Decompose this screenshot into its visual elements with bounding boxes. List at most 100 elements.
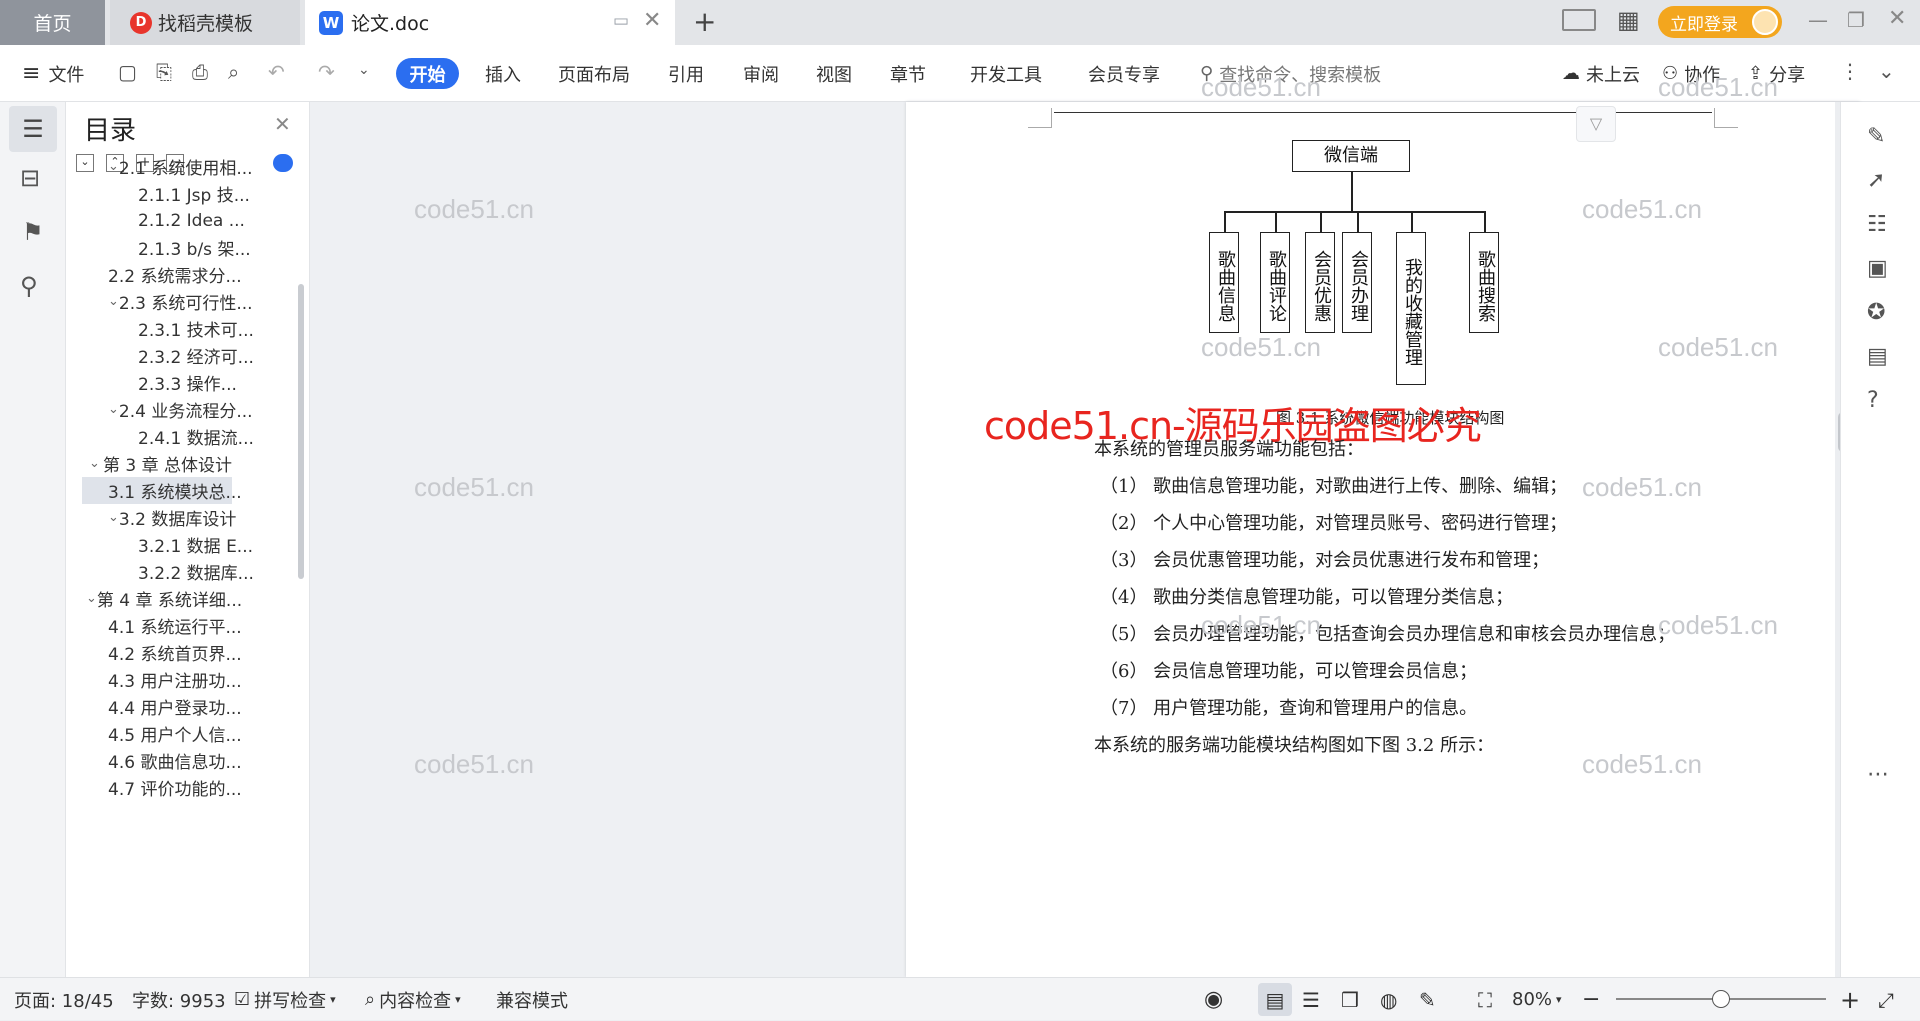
tab-developer[interactable]: 开发工具 bbox=[970, 45, 1042, 102]
page-counter[interactable]: 页面: 18/45 bbox=[14, 978, 114, 1021]
help-icon[interactable]: ? bbox=[1867, 388, 1879, 413]
toc-item[interactable]: 3.2.2 数据库... bbox=[82, 558, 254, 585]
body-list-item: （4） 歌曲分类信息管理功能，可以管理分类信息； bbox=[1100, 587, 1514, 608]
export-icon[interactable]: ⎘ bbox=[156, 60, 172, 84]
diagram-child-node: 会员办理 bbox=[1342, 232, 1372, 333]
web-view-icon[interactable]: ◍ bbox=[1380, 978, 1397, 1021]
zoom-level-label: 80% bbox=[1512, 989, 1553, 1010]
toc-scrollbar[interactable] bbox=[298, 284, 304, 579]
toc-item[interactable]: 4.4 用户登录功... bbox=[82, 693, 242, 720]
select-cursor-icon[interactable]: ➚ bbox=[1867, 168, 1885, 193]
expand-chevron-icon[interactable]: ⌄ bbox=[108, 159, 119, 174]
eye-protection-icon[interactable]: ◉ bbox=[1204, 978, 1223, 1021]
expand-chevron-icon[interactable]: ⌄ bbox=[108, 402, 119, 417]
spell-check-button[interactable]: ☑ 拼写检查 ▾ bbox=[234, 978, 336, 1021]
outline-view-icon[interactable]: ☰ bbox=[1302, 978, 1320, 1021]
print-icon[interactable]: ⎙ bbox=[192, 60, 208, 84]
screen-icon[interactable]: ▭ bbox=[613, 11, 629, 31]
ai-assistant-icon[interactable]: ✪ bbox=[1867, 300, 1885, 325]
edit-pen-icon[interactable]: ✎ bbox=[1867, 124, 1885, 149]
content-check-button[interactable]: ⌕ 内容检查 ▾ bbox=[365, 978, 461, 1021]
expand-chevron-icon[interactable]: ⌄ bbox=[108, 510, 119, 525]
toc-item[interactable]: 4.3 用户注册功... bbox=[82, 666, 242, 693]
zoom-slider-knob[interactable] bbox=[1712, 990, 1730, 1008]
toc-item[interactable]: 2.4.1 数据流... bbox=[82, 423, 254, 450]
print-preview-icon[interactable]: ⌕ bbox=[228, 60, 239, 84]
toc-item[interactable]: ⌄ 2.4 业务流程分... bbox=[82, 396, 253, 423]
new-tab-button[interactable]: + bbox=[693, 5, 716, 38]
zoom-level[interactable]: 80% ▾ bbox=[1512, 978, 1562, 1021]
toc-item[interactable]: 4.7 评价功能的... bbox=[82, 774, 242, 801]
word-count[interactable]: 字数: 9953 bbox=[132, 978, 226, 1021]
tab-start[interactable]: 开始 bbox=[396, 58, 459, 89]
tab-insert[interactable]: 插入 bbox=[485, 45, 521, 102]
zoom-slider[interactable] bbox=[1616, 990, 1826, 1008]
bookmark-icon[interactable]: ⚑ bbox=[22, 218, 44, 246]
expand-chevron-icon[interactable]: ⌄ bbox=[86, 591, 97, 606]
toc-item[interactable]: 2.2 系统需求分... bbox=[82, 261, 242, 288]
more-tools-icon[interactable]: ⋯ bbox=[1867, 762, 1889, 787]
document-page[interactable]: 微信端 歌曲信息 歌曲评论 会员优惠 会员办理 我的收藏管理 歌曲搜索 图 3.… bbox=[906, 72, 1860, 977]
toc-item[interactable]: ⌄ 第 3 章 总体设计 bbox=[82, 450, 232, 477]
toc-item[interactable]: 2.1.3 b/s 架... bbox=[82, 234, 251, 261]
toc-item[interactable]: 4.2 系统首页界... bbox=[82, 639, 242, 666]
tab-chapter[interactable]: 章节 bbox=[890, 45, 926, 102]
toc-item[interactable]: 4.1 系统运行平... bbox=[82, 612, 242, 639]
fit-page-icon[interactable]: ⛶ bbox=[1478, 978, 1492, 1021]
toc-item[interactable]: 2.3.1 技术可... bbox=[82, 315, 254, 342]
redo-icon[interactable]: ↷ bbox=[318, 60, 335, 84]
toc-item[interactable]: 2.3.2 经济可... bbox=[82, 342, 254, 369]
expand-chevron-icon[interactable]: ⌄ bbox=[86, 456, 103, 471]
toc-item[interactable]: 3.1 系统模块总... bbox=[82, 477, 242, 504]
tab-home[interactable]: 首页 bbox=[0, 0, 105, 45]
more-options-icon[interactable]: ⋮ bbox=[1840, 59, 1860, 83]
adjust-sliders-icon[interactable]: ☷ bbox=[1867, 212, 1887, 237]
toc-item[interactable]: ⌄ 3.2 数据库设计 bbox=[82, 504, 236, 531]
tab-references[interactable]: 引用 bbox=[668, 45, 704, 102]
minimize-icon[interactable]: — bbox=[1808, 8, 1828, 32]
diagram-connector bbox=[1275, 211, 1277, 233]
write-mode-icon[interactable]: ✎ bbox=[1419, 978, 1436, 1021]
outline-panel-icon[interactable]: ⊟ bbox=[20, 164, 40, 192]
toc-item[interactable]: 2.3.3 操作... bbox=[82, 369, 237, 396]
cloud-status-button[interactable]: ☁ 未上云 bbox=[1562, 45, 1640, 102]
image-tool-icon[interactable]: ▣ bbox=[1867, 256, 1888, 281]
find-icon[interactable]: ⚲ bbox=[20, 272, 38, 300]
watermark: code51.cn bbox=[1201, 72, 1321, 102]
page-panel-toggle-icon[interactable]: ▽ bbox=[1576, 106, 1616, 142]
toc-item[interactable]: 4.6 歌曲信息功... bbox=[82, 747, 242, 774]
grid-apps-icon[interactable]: ▦ bbox=[1617, 6, 1640, 34]
restore-icon[interactable]: ❐ bbox=[1847, 8, 1865, 32]
expand-chevron-icon[interactable]: ⌄ bbox=[108, 294, 119, 309]
tab-page-layout[interactable]: 页面布局 bbox=[558, 45, 630, 102]
collapse-ribbon-icon[interactable]: ⌄ bbox=[1878, 59, 1895, 83]
toc-panel-icon[interactable]: ☰ bbox=[9, 106, 57, 152]
tab-template[interactable]: D 找稻壳模板 bbox=[110, 0, 300, 45]
file-menu[interactable]: ≡ 文件 bbox=[22, 45, 84, 102]
tab-member[interactable]: 会员专享 bbox=[1088, 45, 1160, 102]
page-view-icon[interactable]: ▤ bbox=[1258, 983, 1292, 1016]
toc-item[interactable]: ⌄ 2.3 系统可行性... bbox=[82, 288, 253, 315]
fullscreen-icon[interactable]: ⤢ bbox=[1878, 978, 1894, 1021]
toc-item[interactable]: ⌄ 第 4 章 系统详细... bbox=[82, 585, 242, 612]
toc-item[interactable]: 2.1.1 Jsp 技... bbox=[82, 180, 250, 207]
content-check-icon: ⌕ bbox=[365, 989, 376, 1010]
save-icon[interactable]: ▢ bbox=[118, 60, 137, 84]
undo-icon[interactable]: ↶ bbox=[268, 60, 285, 84]
tab-review[interactable]: 审阅 bbox=[743, 45, 779, 102]
read-mode-icon[interactable]: ▤ bbox=[1867, 344, 1888, 369]
quick-access-dropdown-icon[interactable]: ⌄ bbox=[358, 62, 370, 78]
toc-item[interactable]: ⌄ 2.1 系统使用相... bbox=[82, 153, 253, 180]
zoom-in-button[interactable]: + bbox=[1840, 978, 1860, 1021]
toc-item[interactable]: 2.1.2 Idea ... bbox=[82, 207, 245, 234]
zoom-out-button[interactable]: − bbox=[1582, 978, 1600, 1021]
tab-view[interactable]: 视图 bbox=[816, 45, 852, 102]
tab-document[interactable]: W 论文.doc ▭ ✕ bbox=[305, 0, 675, 45]
close-tab-icon[interactable]: ✕ bbox=[643, 8, 661, 33]
login-button[interactable]: 立即登录 bbox=[1658, 6, 1782, 38]
reading-view-icon[interactable]: ❒ bbox=[1341, 978, 1359, 1021]
reading-layout-icon[interactable] bbox=[1562, 9, 1596, 31]
window-close-icon[interactable]: ✕ bbox=[1888, 6, 1906, 31]
toc-item[interactable]: 3.2.1 数据 E... bbox=[82, 531, 253, 558]
toc-item[interactable]: 4.5 用户个人信... bbox=[82, 720, 242, 747]
